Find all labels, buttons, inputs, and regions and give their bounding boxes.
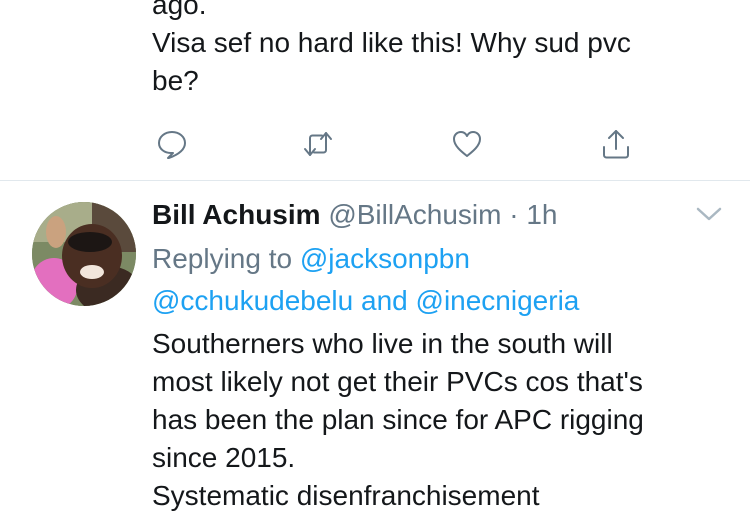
share-icon	[603, 130, 629, 159]
tweet-action-bar	[0, 124, 750, 164]
tweet-header: Bill Achusim @BillAchusim · 1h	[152, 196, 558, 234]
author-handle[interactable]: @BillAchusim	[328, 199, 501, 230]
retweet-icon	[304, 132, 332, 156]
like-button[interactable]	[447, 124, 487, 164]
previous-tweet-line: Visa sef no hard like this! Why sud pvc	[152, 27, 631, 58]
retweet-button[interactable]	[298, 124, 338, 164]
previous-tweet-line: be?	[152, 65, 199, 96]
tweet-timestamp[interactable]: 1h	[526, 199, 557, 230]
like-icon	[453, 131, 481, 157]
tweet-line: has been the plan since for APC rigging	[152, 404, 644, 435]
tweet-line: most likely not get their PVCs cos that'…	[152, 366, 643, 397]
tweet-options-button[interactable]	[694, 202, 724, 226]
previous-tweet-text: ago. Visa sef no hard like this! Why sud…	[152, 0, 712, 100]
mention-link[interactable]: @jacksonpbn	[300, 243, 470, 274]
replying-label: Replying to	[152, 243, 293, 274]
tweet-divider	[0, 180, 750, 181]
reply-button[interactable]	[152, 124, 192, 164]
mention-link[interactable]: @inecnigeria	[416, 285, 580, 316]
mention-link[interactable]: @cchukudebelu	[152, 285, 353, 316]
author-name[interactable]: Bill Achusim	[152, 199, 321, 230]
chevron-down-icon	[696, 207, 722, 221]
tweet-line: Systematic disenfranchisement	[152, 480, 540, 511]
avatar[interactable]	[32, 202, 136, 306]
share-button[interactable]	[596, 124, 636, 164]
avatar-photo	[32, 202, 136, 306]
replying-to: Replying to @jacksonpbn @cchukudebelu an…	[152, 238, 732, 322]
tweet-body: Southerners who live in the south will m…	[152, 325, 732, 515]
separator-dot: ·	[509, 199, 519, 230]
and-label: and	[361, 285, 408, 316]
tweet-line: since 2015.	[152, 442, 296, 473]
tweet-line: Southerners who live in the south will	[152, 328, 613, 359]
reply-icon	[158, 131, 186, 159]
previous-tweet-line: ago.	[152, 0, 207, 20]
